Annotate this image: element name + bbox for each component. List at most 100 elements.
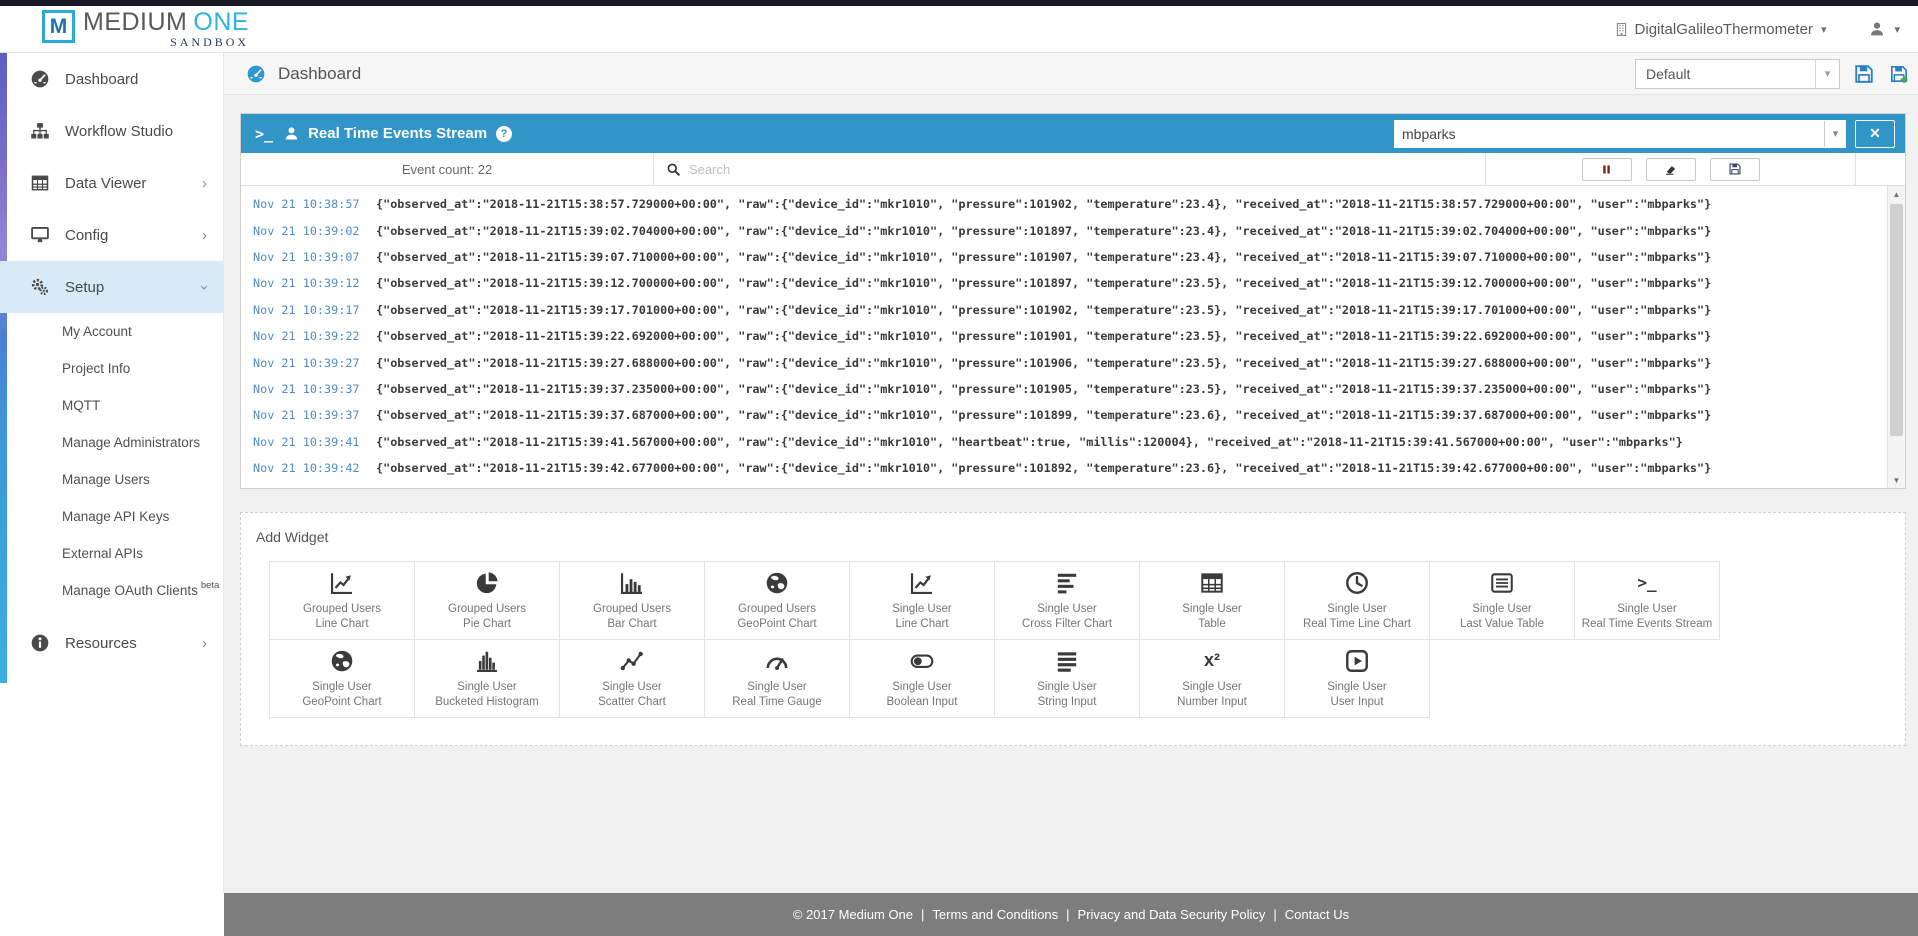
widget-single-user-user-input[interactable]: Single User User Input xyxy=(1285,640,1430,718)
project-name: DigitalGalileoThermometer xyxy=(1635,21,1813,38)
footer-separator: | xyxy=(921,907,924,922)
user-icon xyxy=(283,125,300,142)
widget-single-user-cross-filter-chart[interactable]: Single User Cross Filter Chart xyxy=(995,562,1140,640)
x-squared-icon: x² xyxy=(1204,648,1220,674)
widget-single-user-bucketed-histogram[interactable]: Single User Bucketed Histogram xyxy=(415,640,560,718)
user-menu[interactable]: ▾ xyxy=(1868,20,1900,38)
event-row: Nov 21 10:39:17{"observed_at":"2018-11-2… xyxy=(241,297,1905,323)
widget-single-user-string-input[interactable]: Single User String Input xyxy=(995,640,1140,718)
save-stream-button[interactable] xyxy=(1710,158,1760,181)
sidebar-subitem-manage-users[interactable]: Manage Users xyxy=(0,461,223,498)
gauge-icon xyxy=(30,69,50,89)
event-timestamp: Nov 21 10:39:12 xyxy=(253,276,367,290)
logo-mark: M xyxy=(42,10,75,43)
sidebar-subitem-mqtt[interactable]: MQTT xyxy=(0,387,223,424)
widget-grouped-users-bar-chart[interactable]: Grouped Users Bar Chart xyxy=(560,562,705,640)
add-widget-panel: Add Widget Grouped Users Line Chart Grou… xyxy=(240,512,1906,746)
event-timestamp: Nov 21 10:39:02 xyxy=(253,224,367,238)
gears-icon xyxy=(30,277,50,297)
widget-grid: Grouped Users Line Chart Grouped Users P… xyxy=(269,561,1720,718)
widget-single-user-real-time-line-chart[interactable]: Single User Real Time Line Chart xyxy=(1285,562,1430,640)
gauge-icon xyxy=(246,64,266,84)
save-dashboard-button[interactable] xyxy=(1853,63,1875,85)
sidebar-subitem-manage-api-keys[interactable]: Manage API Keys xyxy=(0,498,223,535)
close-widget-button[interactable]: ✕ xyxy=(1855,120,1895,148)
sidebar-subitem-my-account[interactable]: My Account xyxy=(0,313,223,350)
help-icon[interactable]: ? xyxy=(496,126,512,142)
event-row: Nov 21 10:39:37{"observed_at":"2018-11-2… xyxy=(241,402,1905,428)
widget-single-user-real-time-events-stream[interactable]: >_ Single User Real Time Events Stream xyxy=(1575,562,1720,640)
scatter-icon xyxy=(619,648,645,674)
brand-text: MEDIUMONE SANDBOX xyxy=(83,8,249,50)
terminal-icon: >_ xyxy=(255,125,273,143)
line-chart-icon xyxy=(909,570,935,596)
table-icon xyxy=(30,173,50,193)
line-chart-icon xyxy=(329,570,355,596)
chevron-right-icon: › xyxy=(202,227,207,244)
info-icon xyxy=(30,633,50,653)
histogram-icon xyxy=(474,648,500,674)
stream-search-input[interactable] xyxy=(689,162,1485,177)
sidebar-item-workflow-studio[interactable]: Workflow Studio xyxy=(0,105,223,157)
widget-single-user-boolean-input[interactable]: Single User Boolean Input xyxy=(850,640,995,718)
sidebar-item-resources[interactable]: Resources › xyxy=(0,617,223,669)
brand-subtitle: SANDBOX xyxy=(83,35,249,50)
pause-stream-button[interactable] xyxy=(1582,158,1632,181)
sidebar-subitem-manage-oauth-clients[interactable]: Manage OAuth Clientsbeta xyxy=(0,572,223,609)
play-box-icon xyxy=(1344,648,1370,674)
event-json: {"observed_at":"2018-11-21T15:39:42.6770… xyxy=(376,461,1711,475)
stream-widget-header: >_ Real Time Events Stream ? ▾ ✕ xyxy=(241,114,1905,153)
main-content: Dashboard Default ▾ >_ Real Time Events … xyxy=(224,53,1918,893)
widget-single-user-table[interactable]: Single User Table xyxy=(1140,562,1285,640)
widget-single-user-scatter-chart[interactable]: Single User Scatter Chart xyxy=(560,640,705,718)
brand-logo[interactable]: M MEDIUMONE SANDBOX xyxy=(42,8,249,50)
save-dashboard-as-new-button[interactable] xyxy=(1888,63,1910,85)
scrollbar-thumb[interactable] xyxy=(1890,204,1903,436)
caret-down-icon[interactable]: ▾ xyxy=(1824,121,1846,147)
caret-down-icon: ▾ xyxy=(1821,23,1827,36)
events-scrollbar[interactable]: ▲ ▼ xyxy=(1887,186,1905,488)
footer-link-privacy[interactable]: Privacy and Data Security Policy xyxy=(1078,907,1266,922)
copyright: © 2017 Medium One xyxy=(793,907,913,922)
widget-single-user-last-value-table[interactable]: Single User Last Value Table xyxy=(1430,562,1575,640)
toggle-icon xyxy=(909,648,935,674)
widget-grouped-users-line-chart[interactable]: Grouped Users Line Chart xyxy=(270,562,415,640)
sidebar: Dashboard Workflow Studio Data Viewer › … xyxy=(0,53,224,893)
widget-grouped-users-geopoint-chart[interactable]: Grouped Users GeoPoint Chart xyxy=(705,562,850,640)
event-json: {"observed_at":"2018-11-21T15:39:02.7040… xyxy=(376,224,1711,238)
sidebar-subitem-external-apis[interactable]: External APIs xyxy=(0,535,223,572)
stream-toolbar-spacer xyxy=(1856,153,1905,185)
widget-single-user-number-input[interactable]: x² Single User Number Input xyxy=(1140,640,1285,718)
user-filter-input[interactable] xyxy=(1394,121,1824,147)
project-switcher[interactable]: DigitalGalileoThermometer ▾ xyxy=(1614,21,1827,38)
event-timestamp: Nov 21 10:39:07 xyxy=(253,250,367,264)
event-row: Nov 21 10:39:07{"observed_at":"2018-11-2… xyxy=(241,244,1905,270)
pie-chart-icon xyxy=(474,570,500,596)
sidebar-item-data-viewer[interactable]: Data Viewer › xyxy=(0,157,223,209)
widget-single-user-line-chart[interactable]: Single User Line Chart xyxy=(850,562,995,640)
widget-single-user-real-time-gauge[interactable]: Single User Real Time Gauge xyxy=(705,640,850,718)
beta-badge: beta xyxy=(201,580,220,591)
scroll-up-arrow[interactable]: ▲ xyxy=(1888,186,1905,202)
sidebar-item-config[interactable]: Config › xyxy=(0,209,223,261)
real-time-events-stream-widget: >_ Real Time Events Stream ? ▾ ✕ Event c… xyxy=(240,113,1906,489)
event-json: {"observed_at":"2018-11-21T15:39:37.2350… xyxy=(376,382,1711,396)
clear-stream-button[interactable] xyxy=(1646,158,1696,181)
event-json: {"observed_at":"2018-11-21T15:38:57.7290… xyxy=(376,197,1711,211)
widget-single-user-geopoint-chart[interactable]: Single User GeoPoint Chart xyxy=(270,640,415,718)
dashboard-select[interactable]: Default ▾ xyxy=(1635,59,1840,89)
scroll-down-arrow[interactable]: ▼ xyxy=(1888,472,1905,488)
stream-search xyxy=(654,153,1486,185)
terminal-icon: >_ xyxy=(1637,570,1656,596)
sidebar-subitem-manage-administrators[interactable]: Manage Administrators xyxy=(0,424,223,461)
footer-link-terms[interactable]: Terms and Conditions xyxy=(932,907,1058,922)
globe-icon xyxy=(764,570,790,596)
widget-grouped-users-pie-chart[interactable]: Grouped Users Pie Chart xyxy=(415,562,560,640)
sidebar-subitem-project-info[interactable]: Project Info xyxy=(0,350,223,387)
event-timestamp: Nov 21 10:39:37 xyxy=(253,408,367,422)
sidebar-item-dashboard[interactable]: Dashboard xyxy=(0,53,223,105)
dashboard-select-value: Default xyxy=(1636,66,1815,82)
footer-link-contact[interactable]: Contact Us xyxy=(1285,907,1349,922)
sidebar-item-setup[interactable]: Setup › xyxy=(0,261,223,313)
event-row: Nov 21 10:39:22{"observed_at":"2018-11-2… xyxy=(241,323,1905,349)
